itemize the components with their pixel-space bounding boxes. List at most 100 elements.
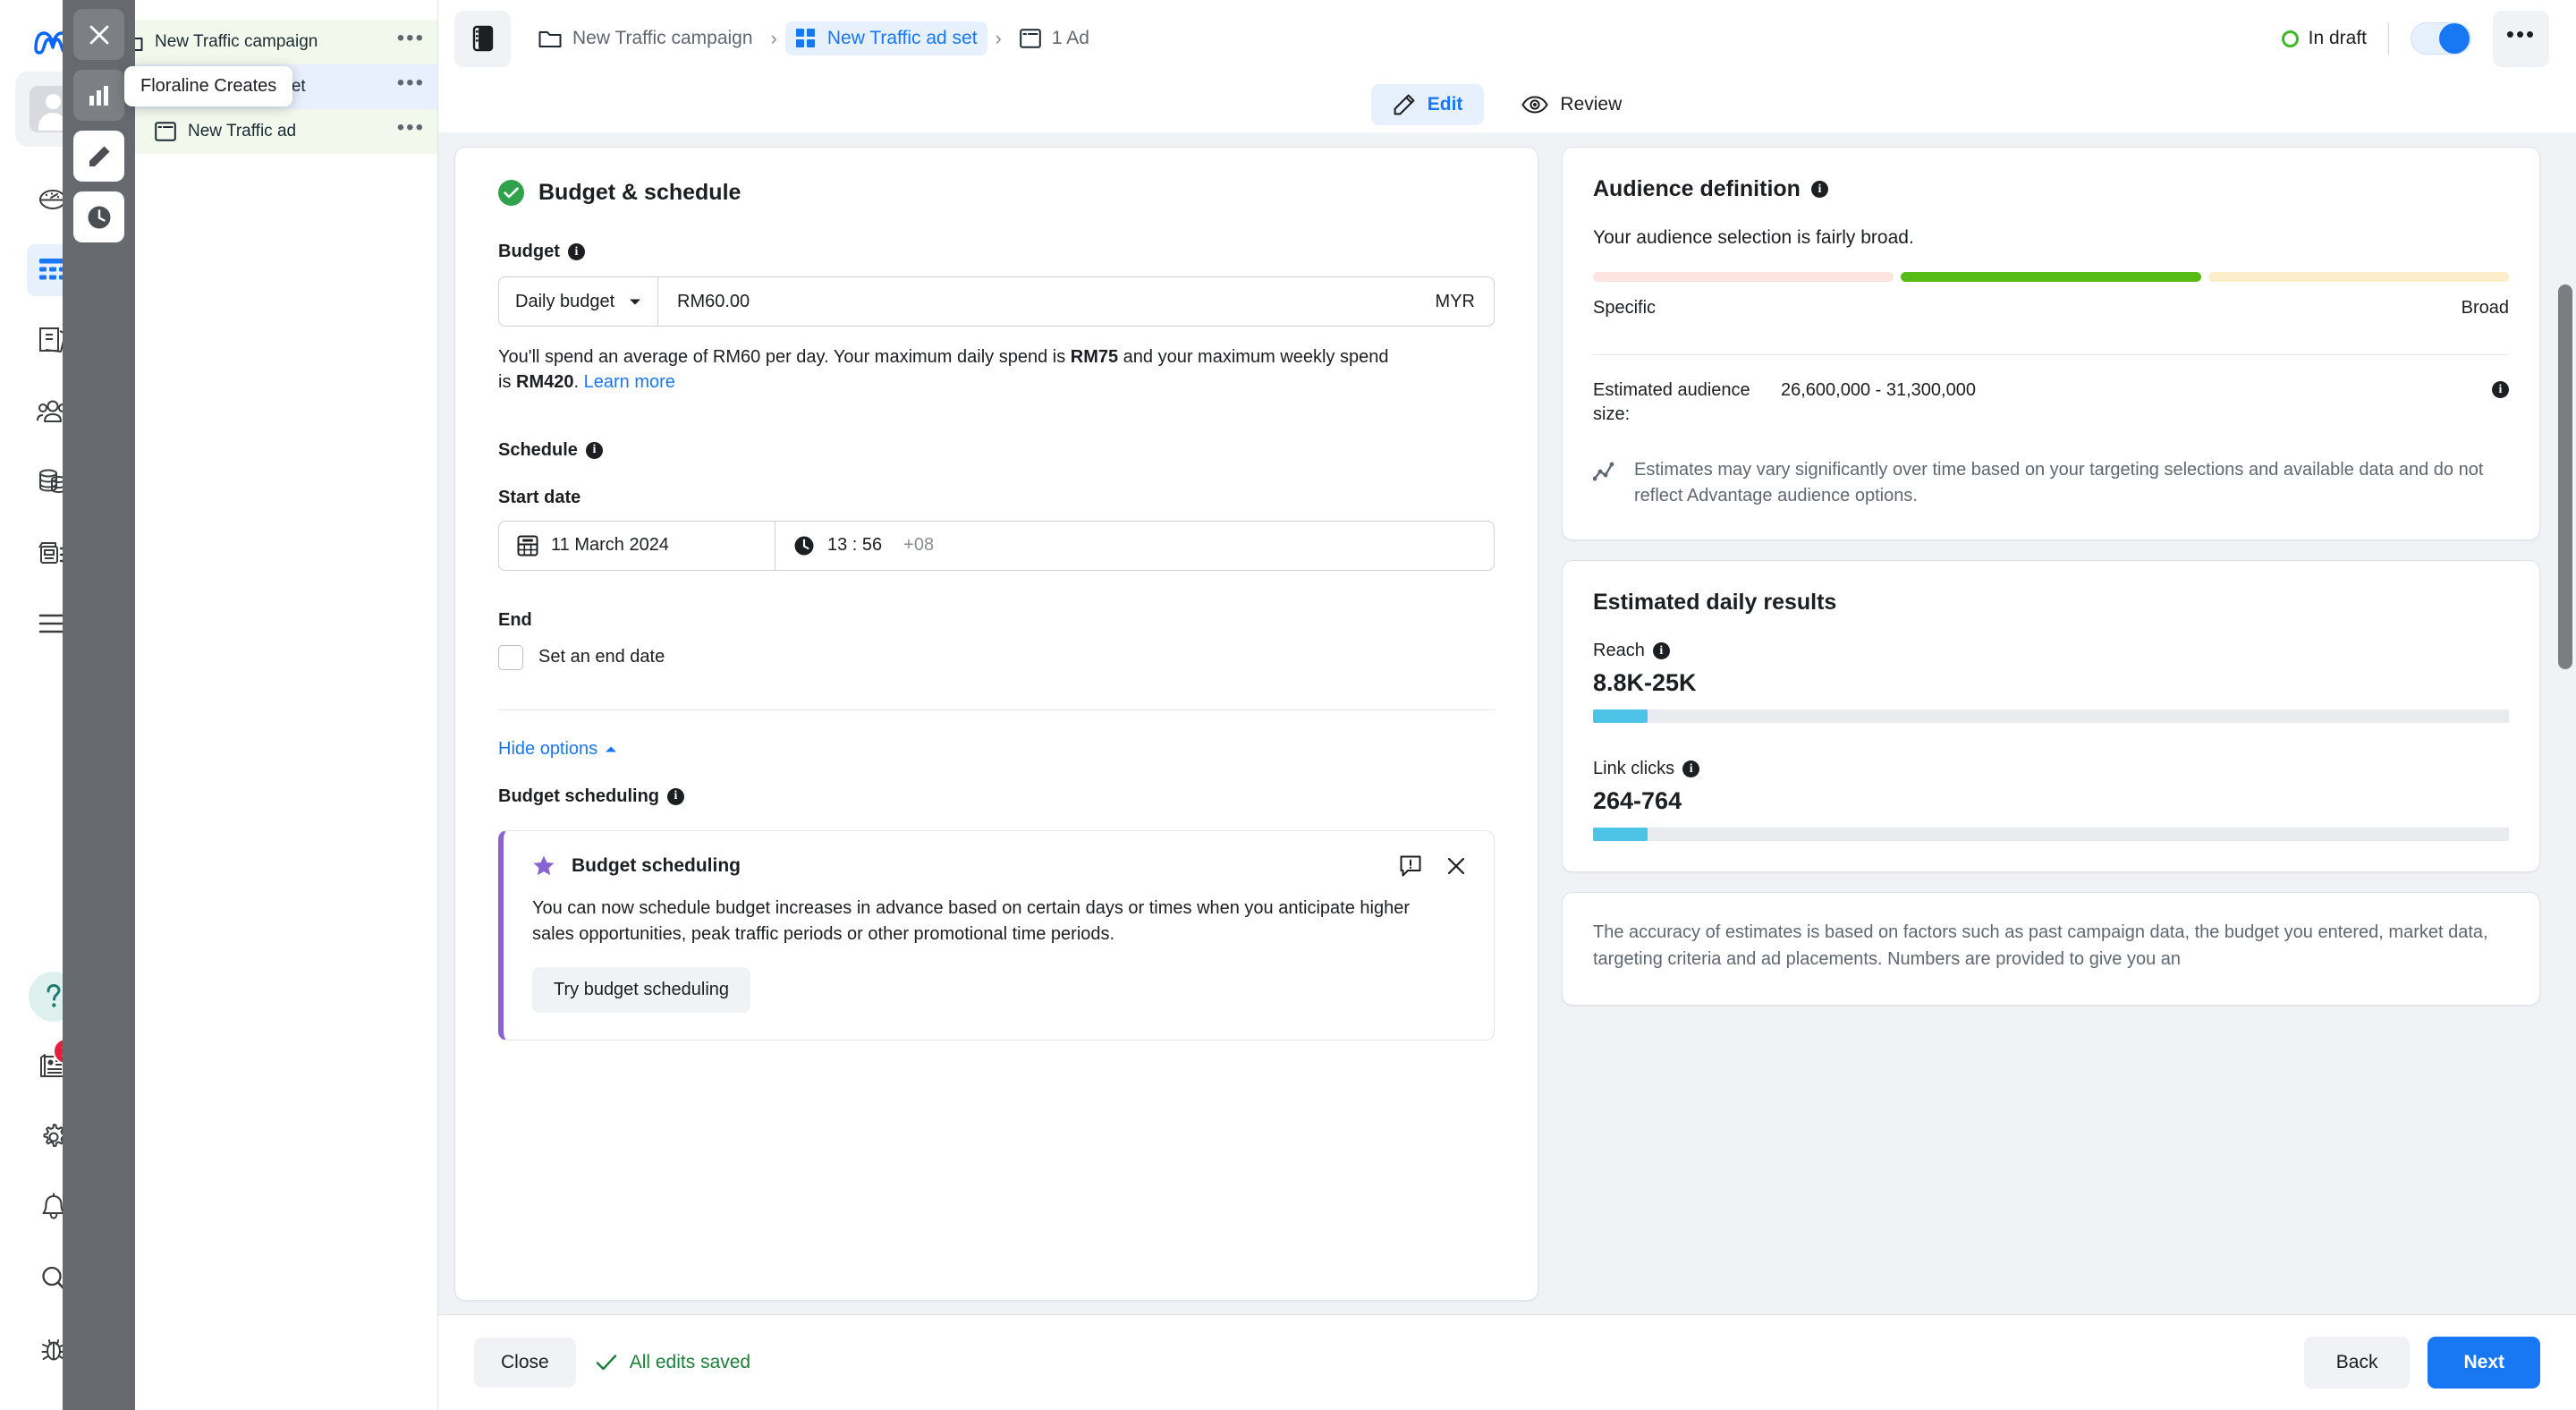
schedule-info-icon[interactable]: i: [585, 441, 603, 459]
metric-link-clicks-info-icon[interactable]: i: [1682, 760, 1700, 777]
bar-chart-icon: [89, 85, 108, 106]
budget-scheduling-promo-card: Budget scheduling You can now schedule b…: [498, 829, 1495, 1041]
breadcrumb-adset-label: New Traffic ad set: [826, 28, 978, 48]
set-end-date-row[interactable]: Set an end date: [498, 644, 1495, 670]
breadcrumb: New Traffic campaign › New Traffic ad se…: [529, 21, 2282, 55]
end-label: End: [498, 609, 532, 630]
metric-reach-value: 8.8K-25K: [1593, 669, 1697, 696]
top-bar-right: In draft •••: [2281, 10, 2549, 67]
budget-currency: MYR: [1435, 291, 1475, 311]
set-end-date-label: Set an end date: [538, 647, 665, 667]
edit-button[interactable]: [73, 131, 124, 182]
budget-max-daily: RM75: [1070, 347, 1119, 367]
estimated-audience-value: 26,600,000 - 31,300,000: [1781, 380, 1976, 400]
budget-scheduling-info-icon[interactable]: i: [667, 787, 684, 805]
promo-header: Budget scheduling: [532, 854, 1467, 878]
estimated-daily-results-card: Estimated daily results Reach i 8.8K-25K: [1562, 560, 2540, 872]
metric-link-clicks-bar: [1593, 828, 2509, 841]
budget-scheduling-label: Budget scheduling: [498, 786, 659, 806]
promo-title: Budget scheduling: [572, 854, 741, 876]
grid-adset-icon: [795, 29, 815, 47]
budget-amount-field[interactable]: RM60.00 MYR: [658, 277, 1494, 326]
metric-reach: Reach i 8.8K-25K: [1593, 641, 2509, 723]
promo-actions: [1399, 854, 1467, 878]
end-section: End Set an end date: [498, 610, 1495, 670]
start-time-field[interactable]: 13 : 56 +08: [775, 522, 1494, 570]
clock-history-icon: [88, 206, 110, 228]
tree-row-ad[interactable]: New Traffic ad •••: [106, 109, 437, 154]
budget-type-select[interactable]: Daily budget: [499, 277, 658, 326]
breadcrumb-chevron-1: ›: [770, 27, 777, 49]
start-time-value: 13 : 56: [827, 535, 883, 556]
metric-reach-info-icon[interactable]: i: [1652, 642, 1670, 659]
estimates-note-row: Estimates may vary significantly over ti…: [1593, 457, 2509, 509]
estimated-audience-info-icon[interactable]: i: [2492, 381, 2509, 398]
breadcrumb-campaign[interactable]: New Traffic campaign: [529, 21, 763, 55]
tree-label-ad: New Traffic ad: [188, 122, 297, 140]
budget-learn-more-link[interactable]: Learn more: [584, 372, 675, 392]
tree-row-menu-ad[interactable]: •••: [397, 117, 425, 140]
budget-max-weekly: RM420: [516, 372, 574, 393]
mini-toolbar: [63, 0, 135, 1410]
status-label: In draft: [2308, 28, 2367, 48]
budget-input-row: Daily budget RM60.00 MYR: [498, 276, 1495, 327]
activate-toggle[interactable]: [2411, 22, 2471, 55]
tree-row-menu-adset[interactable]: •••: [397, 72, 425, 95]
calendar-icon: [517, 535, 538, 556]
budget-help-text: You'll spend an average of RM60 per day.…: [498, 344, 1393, 395]
estimated-audience-label: Estimated audience size:: [1593, 380, 1750, 424]
accuracy-note-card: The accuracy of estimates is based on fa…: [1562, 892, 2540, 1007]
breadcrumb-campaign-label: New Traffic campaign: [572, 28, 753, 48]
start-date-field[interactable]: 11 March 2024: [499, 521, 775, 570]
chevron-up-icon: [606, 746, 617, 752]
ad-window-icon: [1020, 29, 1041, 48]
budget-schedule-card: Budget & schedule Budget i Daily budget: [454, 147, 1538, 1301]
promo-body-text: You can now schedule budget increases in…: [532, 897, 1411, 944]
budget-label: Budget: [498, 242, 560, 261]
chevron-down-icon: [630, 299, 640, 304]
insights-button[interactable]: [73, 70, 124, 121]
hide-options-label: Hide options: [498, 738, 598, 759]
breadcrumb-adset[interactable]: New Traffic ad set: [784, 21, 987, 55]
close-panel-button[interactable]: [73, 9, 124, 60]
section-header: Budget & schedule: [498, 180, 1495, 206]
close-button[interactable]: Close: [474, 1338, 576, 1388]
history-button[interactable]: [73, 191, 124, 242]
next-button[interactable]: Next: [2428, 1337, 2540, 1389]
metric-link-clicks-value: 264-764: [1593, 787, 1682, 814]
right-panel-scrollbar[interactable]: [2558, 285, 2572, 669]
promo-feedback-button[interactable]: [1399, 854, 1422, 878]
divider: [2388, 22, 2389, 55]
more-options-button[interactable]: •••: [2493, 10, 2549, 67]
budget-info-icon[interactable]: i: [567, 243, 585, 260]
tree-row-campaign[interactable]: New Traffic campaign •••: [106, 20, 437, 64]
ads-manager-app: 1: [0, 0, 2576, 1410]
tab-review[interactable]: Review: [1500, 85, 1643, 124]
scrollbar-thumb[interactable]: [2558, 285, 2572, 669]
promo-close-button[interactable]: [1445, 855, 1467, 877]
estimates-column: Audience definition i Your audience sele…: [1538, 132, 2576, 1314]
status-badge: In draft: [2281, 28, 2367, 49]
side-panel-toggle-button[interactable]: [454, 10, 511, 67]
accuracy-note-text: The accuracy of estimates is based on fa…: [1593, 922, 2488, 969]
hide-options-link[interactable]: Hide options: [498, 739, 617, 760]
tab-edit-label: Edit: [1427, 94, 1463, 115]
audience-summary: Your audience selection is fairly broad.: [1593, 227, 1914, 248]
tab-edit[interactable]: Edit: [1370, 84, 1485, 125]
section-complete-check-icon: [498, 180, 524, 206]
meter-segment-balanced: [1901, 272, 2201, 282]
breadcrumb-ad[interactable]: 1 Ad: [1010, 21, 1099, 55]
tree-row-menu-campaign[interactable]: •••: [397, 28, 425, 50]
audience-definition-title: Audience definition: [1593, 176, 1801, 201]
budget-type-value: Daily budget: [515, 291, 615, 311]
meter-segment-broad: [2208, 272, 2509, 282]
set-end-date-checkbox[interactable]: [498, 644, 523, 670]
audience-definition-info-icon[interactable]: i: [1810, 181, 1828, 198]
metric-reach-bar: [1593, 709, 2509, 723]
audience-definition-card: Audience definition i Your audience sele…: [1562, 147, 2540, 540]
back-button[interactable]: Back: [2303, 1337, 2411, 1389]
main-area: New Traffic campaign › New Traffic ad se…: [438, 0, 2576, 1410]
try-budget-scheduling-button[interactable]: Try budget scheduling: [532, 966, 751, 1013]
meter-label-broad: Broad: [2461, 298, 2509, 318]
content-area: Budget & schedule Budget i Daily budget: [438, 132, 2576, 1314]
